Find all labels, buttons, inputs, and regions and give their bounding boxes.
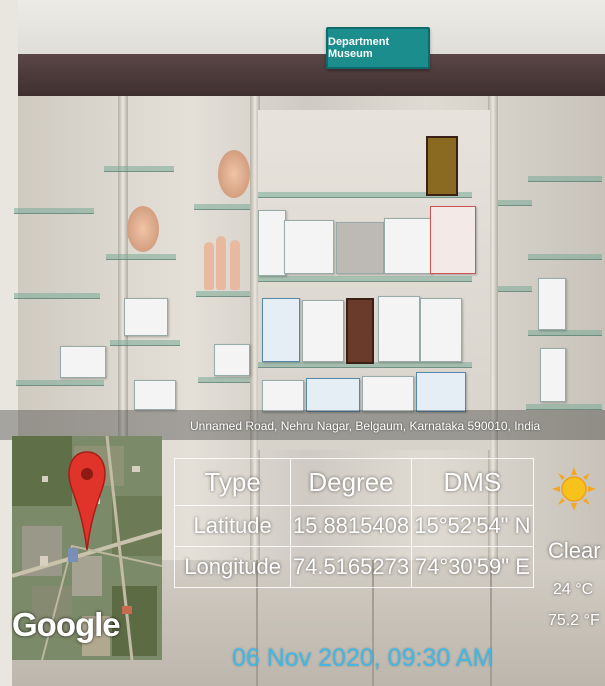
model-head <box>127 206 159 252</box>
award-plaque <box>426 136 458 196</box>
longitude-label: Longitude <box>173 546 292 588</box>
certificate <box>336 222 384 274</box>
model-hand <box>204 242 214 290</box>
table-header-row: Type Degree DMS <box>173 458 535 506</box>
table-row: Longitude 74.5165273 74°30'59" E <box>173 546 535 588</box>
certificate <box>416 372 466 412</box>
longitude-degree: 74.5165273 <box>290 546 412 588</box>
geotagged-photo: Department Museum Unnamed Road, Nehru Na… <box>0 0 605 686</box>
certificate <box>362 376 414 412</box>
latitude-degree: 15.8815408 <box>290 505 412 547</box>
certificate <box>430 206 476 274</box>
poster <box>538 278 566 330</box>
glass-shelf <box>110 340 180 346</box>
latitude-label: Latitude <box>173 505 292 547</box>
glass-shelf <box>528 176 602 182</box>
glass-shelf <box>16 380 104 386</box>
timestamp: 06 Nov 2020, 09:30 AM <box>232 644 494 672</box>
department-museum-sign: Department Museum <box>326 27 430 69</box>
glass-shelf <box>258 276 472 282</box>
longitude-dms: 74°30'59" E <box>410 546 535 588</box>
weather-condition: Clear <box>548 538 601 563</box>
address-text: Unnamed Road, Nehru Nagar, Belgaum, Karn… <box>190 419 541 433</box>
glass-shelf <box>528 254 602 260</box>
poster <box>214 344 250 376</box>
map-pin-icon[interactable] <box>67 450 107 554</box>
poster <box>134 380 176 410</box>
certificate <box>302 300 344 362</box>
column-header-degree: Degree <box>290 458 412 506</box>
model-head <box>218 150 250 198</box>
poster <box>540 348 566 402</box>
latitude-dms: 15°52'54" N <box>410 505 535 547</box>
certificate <box>284 220 334 274</box>
glass-shelf <box>194 204 250 210</box>
glass-shelf <box>106 254 176 260</box>
cabinet-top-beam <box>12 54 605 96</box>
glass-shelf <box>198 377 250 383</box>
certificate <box>306 378 360 412</box>
temperature-celsius: 24 °C <box>553 581 594 598</box>
glass-shelf <box>196 291 250 297</box>
certificate <box>258 210 286 276</box>
glass-shelf <box>104 166 174 172</box>
certificate <box>262 298 300 362</box>
glass-shelf <box>528 330 602 336</box>
poster <box>60 346 106 378</box>
glass-shelf <box>14 293 100 299</box>
google-logo: Google <box>12 606 121 643</box>
model-hand <box>216 236 226 290</box>
certificate <box>378 296 420 362</box>
certificate <box>420 298 462 362</box>
award-plaque <box>346 298 374 364</box>
certificate <box>262 380 304 412</box>
glass-shelf <box>14 208 94 214</box>
model-hand <box>230 240 240 290</box>
column-header-dms: DMS <box>410 458 535 506</box>
poster <box>124 298 168 336</box>
glass-shelf <box>498 286 532 292</box>
coordinates-table: Type Degree DMS Latitude 15.8815408 15°5… <box>173 458 535 588</box>
table-row: Latitude 15.8815408 15°52'54" N <box>173 505 535 547</box>
certificate <box>384 218 432 274</box>
column-header-type: Type <box>173 458 292 506</box>
sun-icon <box>552 467 596 511</box>
temperature-fahrenheit: 75.2 °F <box>548 612 600 629</box>
glass-shelf <box>498 200 532 206</box>
